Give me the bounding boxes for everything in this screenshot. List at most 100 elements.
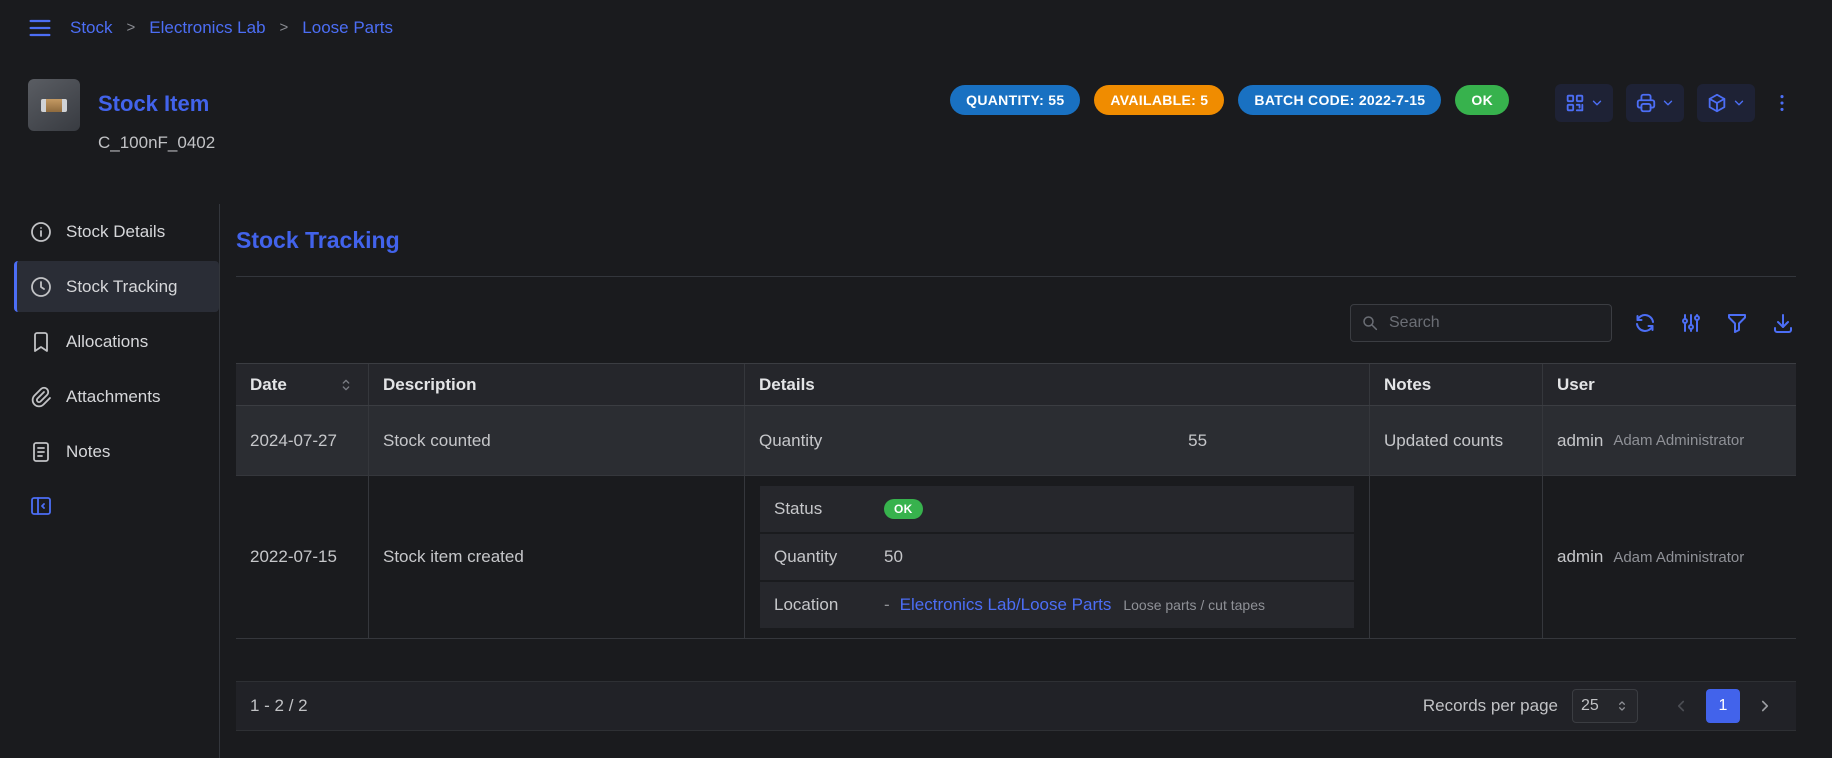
hamburger-menu-button[interactable]	[24, 12, 56, 44]
sidebar-item-label: Notes	[66, 442, 110, 462]
breadcrumb-separator: >	[127, 19, 136, 36]
selector-icon	[1615, 699, 1629, 713]
main-panel: Stock Tracking Dat	[220, 204, 1832, 758]
cell-notes	[1369, 476, 1542, 638]
content-area: Stock Details Stock Tracking Allocations…	[0, 204, 1832, 758]
table-settings-button[interactable]	[1678, 310, 1704, 336]
refresh-button[interactable]	[1632, 310, 1658, 336]
chevron-down-icon	[1661, 96, 1675, 110]
location-description: Loose parts / cut tapes	[1123, 597, 1265, 613]
capacitor-image	[41, 99, 67, 112]
status-badges: QUANTITY: 55 AVAILABLE: 5 BATCH CODE: 20…	[950, 85, 1509, 115]
detail-row-quantity: Quantity 50	[760, 534, 1354, 580]
records-per-page-select[interactable]: 25	[1572, 689, 1638, 723]
page-titles: Stock Item C_100nF_0402	[98, 91, 215, 153]
sidebar-item-notes[interactable]: Notes	[14, 426, 219, 477]
table-header-row: Date Description Details Notes User	[236, 363, 1796, 406]
record-range: 1 - 2 / 2	[250, 696, 308, 716]
more-actions-button[interactable]	[1768, 84, 1796, 122]
page-1-button[interactable]: 1	[1706, 689, 1740, 723]
batch-code-badge: BATCH CODE: 2022-7-15	[1238, 85, 1441, 115]
table-row[interactable]: 2022-07-15 Stock item created Status OK …	[236, 476, 1796, 639]
table-row[interactable]: 2024-07-27 Stock counted Quantity 55 Upd…	[236, 406, 1796, 476]
next-page-button[interactable]	[1748, 689, 1782, 723]
filter-icon	[1725, 311, 1749, 335]
detail-value: 55	[1188, 431, 1207, 451]
cell-user: admin Adam Administrator	[1542, 476, 1796, 638]
breadcrumb-link-electronics-lab[interactable]: Electronics Lab	[149, 18, 265, 38]
heading-divider	[236, 276, 1796, 277]
cell-details: Status OK Quantity 50 Location - Electro…	[744, 476, 1369, 638]
detail-row-status: Status OK	[760, 486, 1354, 532]
detail-label: Status	[774, 499, 884, 519]
history-clock-icon	[29, 275, 53, 299]
cell-user: admin Adam Administrator	[1542, 406, 1796, 475]
paperclip-icon	[29, 385, 53, 409]
printer-icon	[1635, 92, 1657, 114]
cell-date: 2022-07-15	[236, 476, 368, 638]
column-header-label: Date	[250, 375, 287, 395]
search-box	[1350, 304, 1612, 342]
records-per-page-value: 25	[1581, 697, 1599, 715]
detail-value: 50	[884, 547, 903, 567]
table-toolbar	[236, 304, 1796, 342]
sidebar-collapse-button[interactable]	[26, 491, 56, 521]
sidebar-item-label: Stock Tracking	[66, 277, 178, 297]
part-name: C_100nF_0402	[98, 133, 215, 153]
hamburger-icon	[26, 14, 54, 42]
print-actions-button[interactable]	[1626, 84, 1684, 122]
cell-details: Quantity 55	[744, 406, 1369, 475]
user-full-name: Adam Administrator	[1613, 549, 1744, 566]
detail-label: Quantity	[774, 547, 884, 567]
chevron-right-icon	[1756, 697, 1774, 715]
sidebar-item-label: Allocations	[66, 332, 148, 352]
detail-row-location: Location - Electronics Lab/Loose Parts L…	[760, 582, 1354, 628]
sidebar-item-allocations[interactable]: Allocations	[14, 316, 219, 367]
dots-vertical-icon	[1771, 92, 1793, 114]
sidebar-collapse-icon	[29, 494, 53, 518]
sidebar-item-stock-details[interactable]: Stock Details	[14, 206, 219, 257]
location-dash: -	[884, 595, 890, 615]
username: admin	[1557, 431, 1603, 451]
panel-heading: Stock Tracking	[236, 227, 1796, 254]
status-ok-badge: OK	[884, 499, 923, 519]
table-footer: 1 - 2 / 2 Records per page 25 1	[236, 681, 1796, 731]
sidebar-item-stock-tracking[interactable]: Stock Tracking	[14, 261, 219, 312]
notes-icon	[29, 440, 53, 464]
filter-button[interactable]	[1724, 310, 1750, 336]
cell-description: Stock item created	[368, 476, 744, 638]
stock-item-thumbnail[interactable]	[28, 79, 80, 131]
column-header-details: Details	[744, 364, 1369, 405]
breadcrumb-link-loose-parts[interactable]: Loose Parts	[302, 18, 393, 38]
search-icon	[1361, 314, 1379, 332]
search-input[interactable]	[1350, 304, 1612, 342]
column-header-user: User	[1542, 364, 1796, 405]
previous-page-button[interactable]	[1664, 689, 1698, 723]
detail-label: Quantity	[759, 431, 1188, 451]
download-icon	[1771, 311, 1795, 335]
bookmark-icon	[29, 330, 53, 354]
stock-tracking-table: Date Description Details Notes User 2024…	[236, 363, 1796, 731]
stock-operations-button[interactable]	[1697, 84, 1755, 122]
sidebar-item-label: Attachments	[66, 387, 161, 407]
sidebar-item-attachments[interactable]: Attachments	[14, 371, 219, 422]
adjustments-icon	[1679, 311, 1703, 335]
available-badge: AVAILABLE: 5	[1094, 85, 1224, 115]
sidebar: Stock Details Stock Tracking Allocations…	[0, 204, 220, 758]
column-header-notes: Notes	[1369, 364, 1542, 405]
chevron-left-icon	[1672, 697, 1690, 715]
column-header-date[interactable]: Date	[236, 364, 368, 405]
user-full-name: Adam Administrator	[1613, 432, 1744, 449]
column-header-description: Description	[368, 364, 744, 405]
download-button[interactable]	[1770, 310, 1796, 336]
pagination: 1	[1664, 689, 1782, 723]
info-circle-icon	[29, 220, 53, 244]
barcode-actions-button[interactable]	[1555, 84, 1613, 122]
cell-description: Stock counted	[368, 406, 744, 475]
qrcode-icon	[1564, 92, 1586, 114]
cell-notes: Updated counts	[1369, 406, 1542, 475]
detail-label: Location	[774, 595, 884, 615]
breadcrumb-link-stock[interactable]: Stock	[70, 18, 113, 38]
page-title: Stock Item	[98, 91, 215, 117]
location-link[interactable]: Electronics Lab/Loose Parts	[900, 595, 1112, 615]
